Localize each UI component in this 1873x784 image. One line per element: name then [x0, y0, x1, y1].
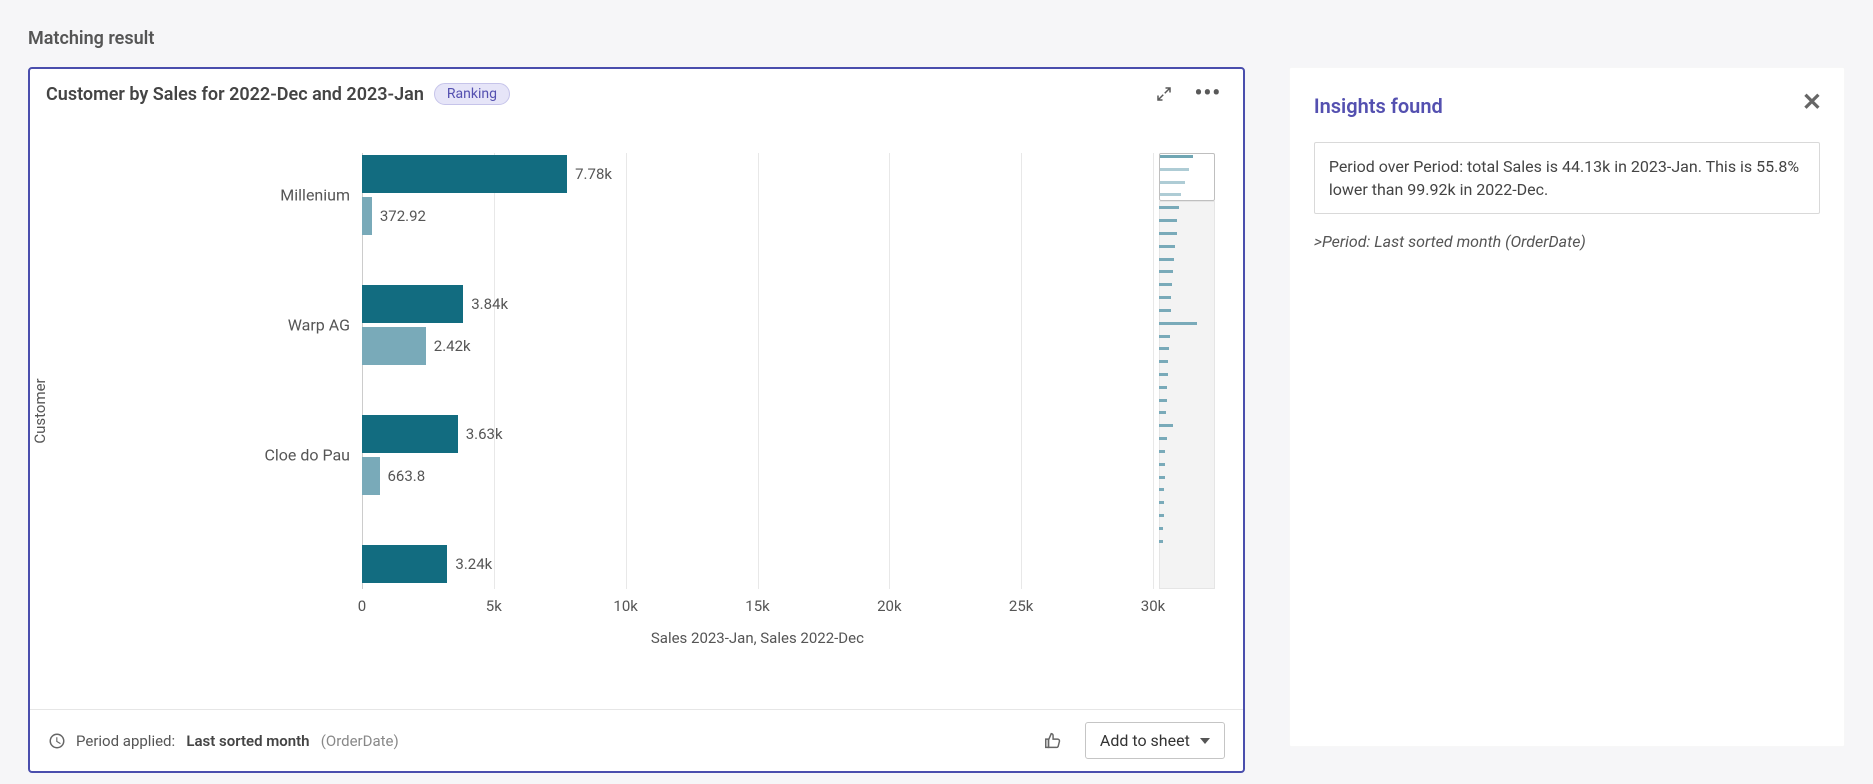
bar[interactable]: 3.63k	[362, 415, 458, 453]
section-title: Matching result	[28, 28, 1845, 49]
bar[interactable]: 663.8	[362, 457, 380, 495]
clock-icon	[48, 732, 66, 750]
bar-value-label: 3.63k	[466, 425, 503, 443]
bar-value-label: 3.84k	[471, 295, 508, 313]
card-title: Customer by Sales for 2022-Dec and 2023-…	[46, 84, 424, 105]
bar-value-label: 663.8	[388, 467, 426, 485]
bar[interactable]: 7.78k	[362, 155, 567, 193]
bar[interactable]: 3.24k	[362, 545, 447, 583]
feedback-icon[interactable]	[1043, 730, 1065, 752]
chevron-down-icon	[1200, 738, 1210, 744]
bar-value-label: 2.42k	[434, 337, 471, 355]
x-tick-label: 30k	[1141, 597, 1165, 615]
bar-value-label: 372.92	[380, 207, 426, 225]
insight-period-note: >Period: Last sorted month (OrderDate)	[1314, 232, 1820, 251]
more-icon[interactable]: •••	[1197, 83, 1219, 105]
expand-icon[interactable]	[1153, 83, 1175, 105]
ranking-badge: Ranking	[434, 83, 510, 105]
x-tick-label: 10k	[613, 597, 637, 615]
chart-plot[interactable]: 05k10k15k20k25k30k Sales 2023-Jan, Sales…	[46, 153, 1227, 641]
bar-value-label: 3.24k	[455, 555, 492, 573]
x-tick-label: 20k	[877, 597, 901, 615]
x-tick-label: 5k	[486, 597, 502, 615]
bar[interactable]: 3.84k	[362, 285, 463, 323]
insights-title: Insights found	[1314, 94, 1820, 118]
x-tick-label: 0	[358, 597, 366, 615]
close-icon[interactable]: ✕	[1802, 90, 1822, 114]
insights-panel: ✕ Insights found Period over Period: tot…	[1289, 67, 1845, 747]
bar[interactable]: 2.42k	[362, 327, 426, 365]
x-tick-label: 25k	[1009, 597, 1033, 615]
insight-item: Period over Period: total Sales is 44.13…	[1314, 142, 1820, 214]
period-applied-text: Period applied: Last sorted month (Order…	[76, 732, 399, 750]
analysis-card: Customer by Sales for 2022-Dec and 2023-…	[28, 67, 1245, 773]
x-tick-label: 15k	[745, 597, 769, 615]
chart-scroll-minimap[interactable]	[1159, 153, 1215, 589]
x-axis-label: Sales 2023-Jan, Sales 2022-Dec	[362, 629, 1153, 647]
bar[interactable]: 372.92	[362, 197, 372, 235]
category-label: Cloe do Pau	[264, 446, 350, 465]
category-label: Millenium	[280, 186, 350, 205]
bar-value-label: 7.78k	[575, 165, 612, 183]
add-to-sheet-button[interactable]: Add to sheet	[1085, 722, 1225, 759]
category-label: Warp AG	[288, 316, 350, 335]
